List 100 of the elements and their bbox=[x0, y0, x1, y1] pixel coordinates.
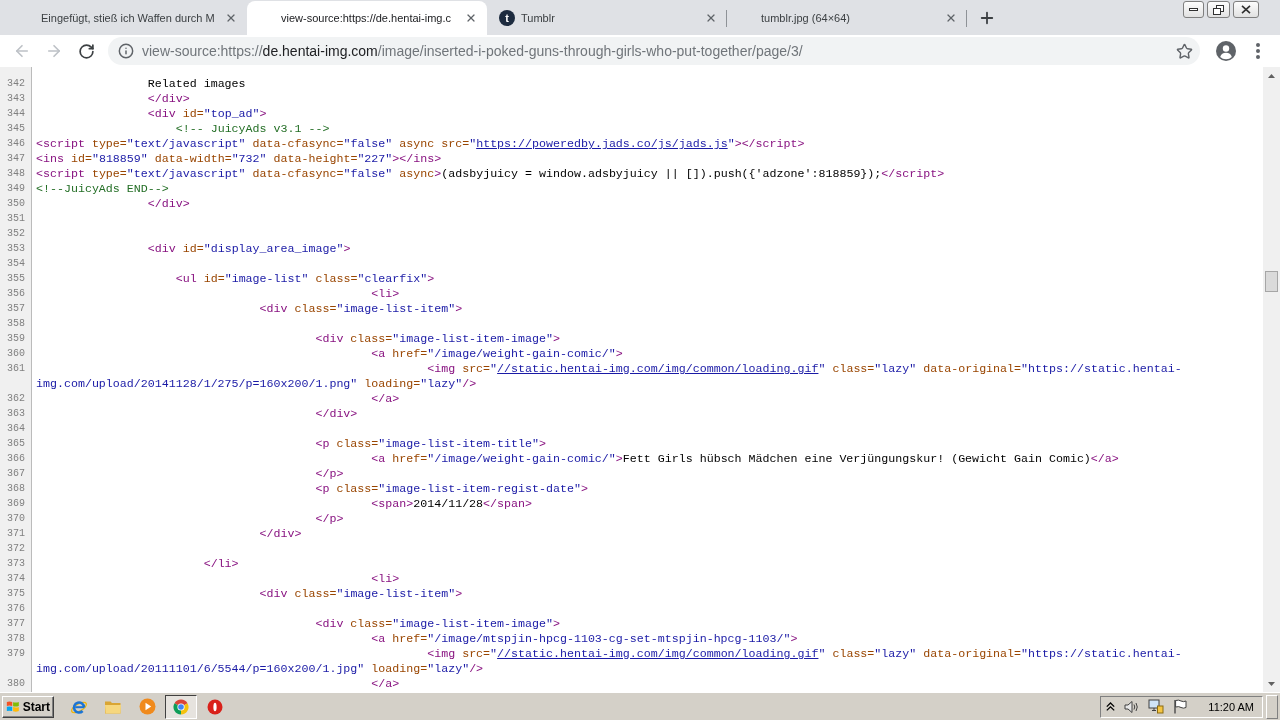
vertical-scrollbar[interactable] bbox=[1263, 67, 1280, 692]
line-number: 364 bbox=[7, 422, 25, 436]
speaker-icon bbox=[1124, 699, 1140, 714]
source-link[interactable]: //static.hentai-img.com/img/common/loading.gif bbox=[497, 647, 819, 660]
close-icon bbox=[1241, 5, 1251, 14]
restore-button[interactable] bbox=[1207, 1, 1230, 18]
code-line: <p class="image-list-item-title"> bbox=[315, 437, 546, 450]
reload-icon bbox=[77, 42, 95, 60]
down-triangle-icon bbox=[1268, 681, 1275, 686]
tab-title: Tumblr bbox=[521, 11, 555, 26]
plus-icon bbox=[978, 9, 996, 27]
four-pane-flag-icon bbox=[6, 700, 20, 713]
code-line: <img src="//static.hentai-img.com/img/common/loading.gif" class="lazy" data-original="https://static.hentai-img.com/upload/20111101/6/5544/p=160x200/1.jpg" loading="lazy"/> bbox=[36, 647, 1182, 675]
show-desktop-button[interactable] bbox=[1266, 694, 1278, 719]
code-line: <span>2014/11/28</span> bbox=[371, 497, 532, 510]
tab-title: tumblr.jpg (64×64) bbox=[761, 11, 850, 26]
minimize-icon bbox=[1189, 8, 1198, 11]
line-number: 374 bbox=[7, 572, 25, 586]
line-number: 352 bbox=[7, 227, 25, 241]
code-line: </div> bbox=[147, 197, 190, 210]
line-number: 342 bbox=[7, 77, 25, 91]
code-line: <div class="image-list-item-image"> bbox=[315, 617, 560, 630]
source-link[interactable]: //static.hentai-img.com/img/common/loading.gif bbox=[497, 362, 819, 375]
network-icon bbox=[1148, 699, 1165, 714]
code-line: </a> bbox=[371, 392, 400, 405]
line-number: 370 bbox=[7, 512, 25, 526]
close-icon bbox=[945, 12, 957, 24]
scrollbar-thumb[interactable] bbox=[1265, 271, 1278, 292]
segmented-circle-icon bbox=[173, 698, 189, 715]
code-line: <!--JuicyAds END--> bbox=[36, 182, 169, 195]
code-line: </div> bbox=[259, 527, 302, 540]
restore-icon bbox=[1213, 4, 1224, 15]
code-line: <ul id="image-list" class="clearfix"> bbox=[175, 272, 435, 285]
code-line: <li> bbox=[371, 572, 400, 585]
line-number: 360 bbox=[7, 347, 25, 361]
line-number: 353 bbox=[7, 242, 25, 256]
code-line: <li> bbox=[371, 287, 400, 300]
line-number: 371 bbox=[7, 527, 25, 541]
line-number: 356 bbox=[7, 287, 25, 301]
code-line: <p class="image-list-item-regist-date"> bbox=[315, 482, 588, 495]
line-number: 377 bbox=[7, 617, 25, 631]
tab-title: Eingefügt, stieß ich Waffen durch M bbox=[41, 11, 215, 26]
line-number: 365 bbox=[7, 437, 25, 451]
line-number: 375 bbox=[7, 587, 25, 601]
code-line: </p> bbox=[315, 512, 344, 525]
source-link[interactable]: https://poweredby.jads.co/js/jads.js bbox=[476, 137, 728, 150]
line-number: 361 bbox=[7, 362, 25, 376]
taskbar-app-button[interactable] bbox=[165, 694, 197, 719]
start-button[interactable]: Start bbox=[2, 695, 54, 718]
clock: 11:20 AM bbox=[1208, 699, 1254, 714]
code-line: <div id="display_area_image"> bbox=[147, 242, 351, 255]
close-icon bbox=[705, 12, 717, 24]
line-number: 359 bbox=[7, 332, 25, 346]
line-number: 358 bbox=[7, 317, 25, 331]
browser-tab[interactable]: view-source:https://de.hentai-img.c bbox=[247, 1, 487, 35]
tab-title: view-source:https://de.hentai-img.c bbox=[281, 11, 451, 26]
close-window-button[interactable] bbox=[1233, 1, 1259, 18]
browser-tab[interactable]: Eingefügt, stieß ich Waffen durch M bbox=[7, 1, 247, 35]
line-number: 355 bbox=[7, 272, 25, 286]
line-number: 345 bbox=[7, 122, 25, 136]
line-number: 349 bbox=[7, 182, 25, 196]
browser-tab[interactable]: tumblr.jpg (64×64) bbox=[727, 1, 967, 35]
line-number: 354 bbox=[7, 257, 25, 271]
line-number: 380 bbox=[7, 677, 25, 691]
code-line: <!-- JuicyAds v3.1 --> bbox=[175, 122, 330, 135]
code-line: <a href="/image/mtspjin-hpcg-1103-cg-set-mtspjin-hpcg-1103/"> bbox=[371, 632, 798, 645]
star-icon bbox=[1175, 42, 1193, 60]
line-number: 357 bbox=[7, 302, 25, 316]
line-number: 379 bbox=[7, 647, 25, 661]
line-number: 343 bbox=[7, 92, 25, 106]
code-line: <div id="top_ad"> bbox=[147, 107, 267, 120]
code-line: <a href="/image/weight-gain-comic/">Fett Girls hübsch Mädchen eine Verjüngungskur! (Gewicht Gain Comic)</a> bbox=[371, 452, 1119, 465]
code-line: <div class="image-list-item-image"> bbox=[315, 332, 560, 345]
line-number: 346 bbox=[7, 137, 25, 151]
line-number: 369 bbox=[7, 497, 25, 511]
ring-icon bbox=[207, 698, 223, 715]
code-line: </li> bbox=[203, 557, 239, 570]
code-line: <ins id="818859" data-width="732" data-height="227"></ins> bbox=[36, 152, 442, 165]
code-line: <img src="//static.hentai-img.com/img/common/loading.gif" class="lazy" data-original="https://static.hentai-img.com/upload/20141128/1/275/p=160x200/1.png" loading="lazy"/> bbox=[36, 362, 1182, 390]
code-line: Related images bbox=[147, 77, 246, 90]
browser-tab[interactable]: t Tumblr bbox=[487, 1, 727, 35]
line-number: 376 bbox=[7, 602, 25, 616]
media-play-icon bbox=[138, 698, 156, 715]
line-number: 348 bbox=[7, 167, 25, 181]
line-number: 366 bbox=[7, 452, 25, 466]
line-number: 363 bbox=[7, 407, 25, 421]
flag-icon bbox=[1173, 699, 1188, 714]
info-icon bbox=[118, 43, 134, 59]
line-number: 344 bbox=[7, 107, 25, 121]
minimize-button[interactable] bbox=[1183, 1, 1204, 18]
forward-arrow-icon bbox=[45, 42, 63, 60]
menu-dots-icon bbox=[1256, 43, 1260, 59]
up-triangle-icon bbox=[1268, 73, 1275, 78]
code-line: </p> bbox=[315, 467, 344, 480]
close-icon bbox=[225, 12, 237, 24]
account-icon bbox=[1216, 41, 1236, 61]
line-number: 351 bbox=[7, 212, 25, 226]
double-caret-up-icon bbox=[1106, 702, 1116, 711]
address-field[interactable]: view-source:https://de.hentai-img.com/image/inserted-i-poked-guns-through-girls-who-put-together/page/3/ bbox=[108, 37, 1200, 65]
code-line: <div class="image-list-item"> bbox=[259, 587, 463, 600]
